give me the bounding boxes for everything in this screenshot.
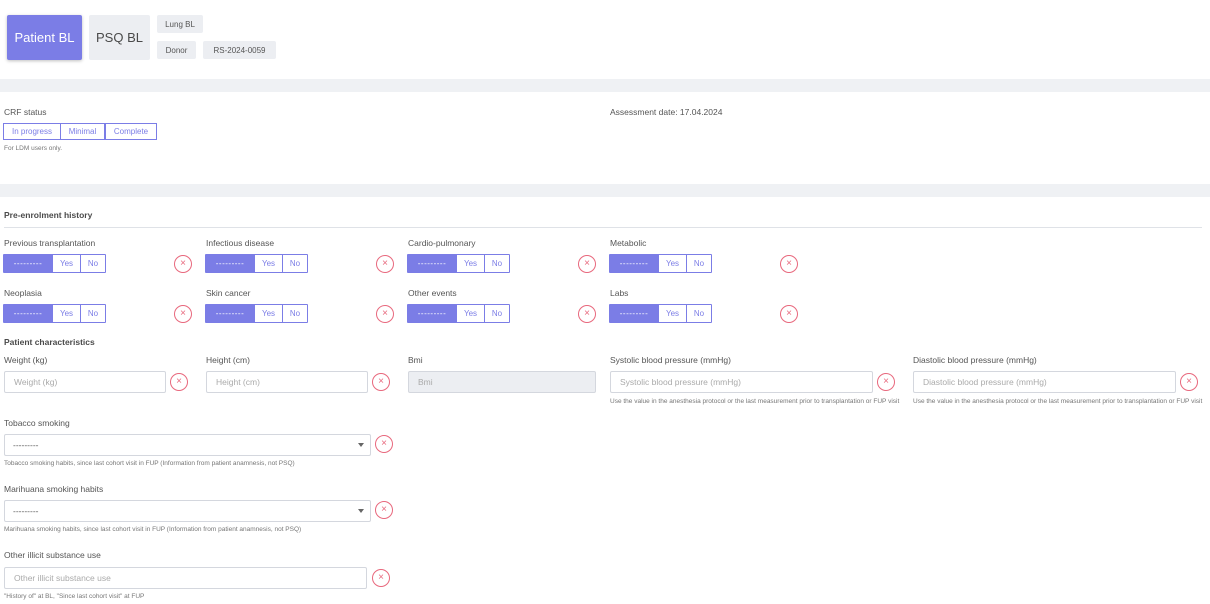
clear-tobacco-icon[interactable]: ×: [375, 435, 393, 453]
choice-unset-button[interactable]: ---------: [4, 305, 52, 322]
choice-yes-button[interactable]: Yes: [658, 305, 686, 322]
crf-status-label: CRF status: [4, 107, 47, 117]
marihuana-label: Marihuana smoking habits: [4, 484, 104, 494]
bmi-input: Bmi: [408, 371, 596, 393]
illicit-input[interactable]: Other illicit substance use: [4, 567, 367, 589]
clear-neoplasia-icon[interactable]: ×: [174, 305, 192, 323]
clear-skin-cancer-icon[interactable]: ×: [376, 305, 394, 323]
label-cardio-pulmonary: Cardio-pulmonary: [408, 238, 476, 248]
clear-height-icon[interactable]: ×: [372, 373, 390, 391]
choice-yes-button[interactable]: Yes: [456, 255, 484, 272]
chip-record-id: RS-2024-0059: [203, 41, 276, 59]
illicit-label: Other illicit substance use: [4, 550, 101, 560]
clear-cardio-pulmonary-icon[interactable]: ×: [578, 255, 596, 273]
height-label: Height (cm): [206, 355, 250, 365]
choice-neoplasia: --------- Yes No: [3, 304, 106, 323]
choice-no-button[interactable]: No: [686, 255, 711, 272]
chevron-down-icon: [358, 443, 364, 447]
section-rule: [4, 227, 1202, 228]
crf-minimal-button[interactable]: Minimal: [61, 123, 105, 140]
choice-yes-button[interactable]: Yes: [52, 255, 80, 272]
choice-unset-button[interactable]: ---------: [610, 305, 658, 322]
choice-metabolic: --------- Yes No: [609, 254, 712, 273]
systolic-hint: Use the value in the anesthesia protocol…: [610, 398, 900, 405]
crf-status-group: In progress Minimal Complete: [3, 123, 157, 140]
choice-no-button[interactable]: No: [484, 305, 509, 322]
choice-yes-button[interactable]: Yes: [658, 255, 686, 272]
crf-in-progress-button[interactable]: In progress: [3, 123, 61, 140]
weight-label: Weight (kg): [4, 355, 48, 365]
label-neoplasia: Neoplasia: [4, 288, 42, 298]
section-divider: [0, 184, 1210, 197]
pre-enrolment-title: Pre-enrolment history: [4, 210, 93, 220]
choice-no-button[interactable]: No: [282, 305, 307, 322]
choice-unset-button[interactable]: ---------: [408, 305, 456, 322]
choice-unset-button[interactable]: ---------: [206, 305, 254, 322]
tab-psq-bl[interactable]: PSQ BL: [89, 15, 150, 60]
clear-weight-icon[interactable]: ×: [170, 373, 188, 391]
diastolic-input[interactable]: Diastolic blood pressure (mmHg): [913, 371, 1176, 393]
tab-patient-bl[interactable]: Patient BL: [7, 15, 82, 60]
choice-yes-button[interactable]: Yes: [52, 305, 80, 322]
diastolic-label: Diastolic blood pressure (mmHg): [913, 355, 1037, 365]
label-infectious-disease: Infectious disease: [206, 238, 275, 248]
choice-unset-button[interactable]: ---------: [610, 255, 658, 272]
crf-note: For LDM users only.: [4, 145, 63, 152]
assessment-date: Assessment date: 17.04.2024: [610, 107, 723, 117]
choice-no-button[interactable]: No: [80, 255, 105, 272]
choice-no-button[interactable]: No: [686, 305, 711, 322]
choice-cardio-pulmonary: --------- Yes No: [407, 254, 510, 273]
clear-previous-transplantation-icon[interactable]: ×: [174, 255, 192, 273]
diastolic-hint: Use the value in the anesthesia protocol…: [913, 398, 1203, 405]
label-skin-cancer: Skin cancer: [206, 288, 251, 298]
choice-unset-button[interactable]: ---------: [4, 255, 52, 272]
clear-systolic-icon[interactable]: ×: [877, 373, 895, 391]
choice-labs: --------- Yes No: [609, 304, 712, 323]
choice-infectious-disease: --------- Yes No: [205, 254, 308, 273]
choice-no-button[interactable]: No: [484, 255, 509, 272]
marihuana-select[interactable]: ---------: [4, 500, 371, 522]
crf-complete-button[interactable]: Complete: [105, 123, 157, 140]
choice-yes-button[interactable]: Yes: [254, 255, 282, 272]
label-previous-transplantation: Previous transplantation: [4, 238, 96, 248]
choice-no-button[interactable]: No: [80, 305, 105, 322]
bmi-label: Bmi: [408, 355, 423, 365]
clear-metabolic-icon[interactable]: ×: [780, 255, 798, 273]
clear-illicit-icon[interactable]: ×: [372, 569, 390, 587]
label-other-events: Other events: [408, 288, 457, 298]
systolic-input[interactable]: Systolic blood pressure (mmHg): [610, 371, 873, 393]
label-labs: Labs: [610, 288, 629, 298]
choice-previous-transplantation: --------- Yes No: [3, 254, 106, 273]
clear-marihuana-icon[interactable]: ×: [375, 501, 393, 519]
choice-unset-button[interactable]: ---------: [206, 255, 254, 272]
marihuana-hint: Marihuana smoking habits, since last coh…: [4, 526, 302, 533]
height-input[interactable]: Height (cm): [206, 371, 368, 393]
choice-no-button[interactable]: No: [282, 255, 307, 272]
marihuana-select-value: ---------: [13, 506, 39, 516]
patient-characteristics-title: Patient characteristics: [4, 337, 95, 347]
clear-labs-icon[interactable]: ×: [780, 305, 798, 323]
clear-infectious-disease-icon[interactable]: ×: [376, 255, 394, 273]
choice-yes-button[interactable]: Yes: [456, 305, 484, 322]
section-divider: [0, 79, 1210, 92]
choice-other-events: --------- Yes No: [407, 304, 510, 323]
clear-diastolic-icon[interactable]: ×: [1180, 373, 1198, 391]
tobacco-label: Tobacco smoking: [4, 418, 70, 428]
label-metabolic: Metabolic: [610, 238, 647, 248]
choice-unset-button[interactable]: ---------: [408, 255, 456, 272]
tobacco-hint: Tobacco smoking habits, since last cohor…: [4, 460, 295, 467]
tobacco-select[interactable]: ---------: [4, 434, 371, 456]
choice-skin-cancer: --------- Yes No: [205, 304, 308, 323]
chip-lung-bl: Lung BL: [157, 15, 203, 33]
illicit-hint: "History of" at BL, "Since last cohort v…: [4, 593, 145, 600]
choice-yes-button[interactable]: Yes: [254, 305, 282, 322]
weight-input[interactable]: Weight (kg): [4, 371, 166, 393]
systolic-label: Systolic blood pressure (mmHg): [610, 355, 731, 365]
clear-other-events-icon[interactable]: ×: [578, 305, 596, 323]
chip-donor: Donor: [157, 41, 196, 59]
chevron-down-icon: [358, 509, 364, 513]
tobacco-select-value: ---------: [13, 440, 39, 450]
